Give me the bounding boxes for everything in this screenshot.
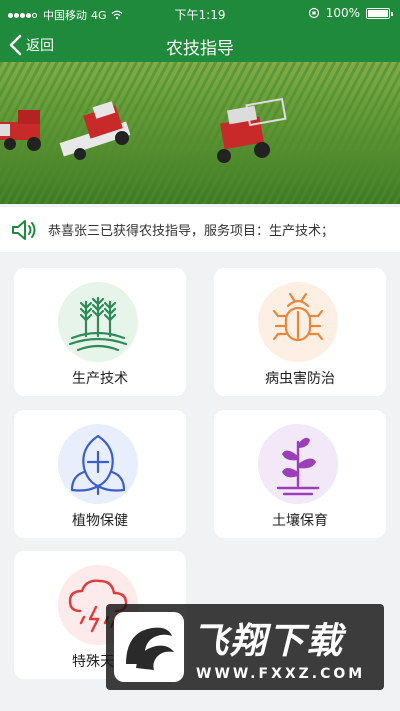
card-plant-health[interactable]: 植物保健 <box>14 410 186 538</box>
status-bar: 中国移动 4G 下午1:19 100% <box>0 0 400 28</box>
speaker-icon <box>12 219 36 240</box>
battery-icon <box>366 7 393 19</box>
sprout-icon <box>258 424 338 504</box>
nav-bar: 返回 农技指导 <box>0 28 400 62</box>
watermark-brand: 飞翔下载 <box>192 621 345 662</box>
banner-image[interactable] <box>0 62 400 204</box>
page-title: 农技指导 <box>166 39 234 59</box>
status-right: 100% <box>308 6 393 20</box>
card-label: 土壤保育 <box>272 513 328 529</box>
watermark-url: WWW.FXXZ.COM <box>196 666 366 682</box>
bug-icon <box>258 282 338 362</box>
card-label: 生产技术 <box>72 371 128 387</box>
card-production-tech[interactable]: 生产技术 <box>14 268 186 396</box>
notice-text: 恭喜张三已获得农技指导，服务项目：生产技术； <box>48 224 335 239</box>
watermark: 飞翔下载 WWW.FXXZ.COM <box>106 604 384 690</box>
notice-bar[interactable]: 恭喜张三已获得农技指导，服务项目：生产技术； <box>0 207 400 252</box>
watermark-logo <box>114 612 184 682</box>
orientation-lock-icon <box>308 7 319 19</box>
card-label: 病虫害防治 <box>265 371 335 387</box>
card-pest-control[interactable]: 病虫害防治 <box>214 268 386 396</box>
plant-health-icon <box>58 424 138 504</box>
wheat-icon <box>58 282 138 362</box>
card-soil-care[interactable]: 土壤保育 <box>214 410 386 538</box>
battery-percent: 100% <box>325 6 360 20</box>
card-label: 植物保健 <box>72 513 128 529</box>
